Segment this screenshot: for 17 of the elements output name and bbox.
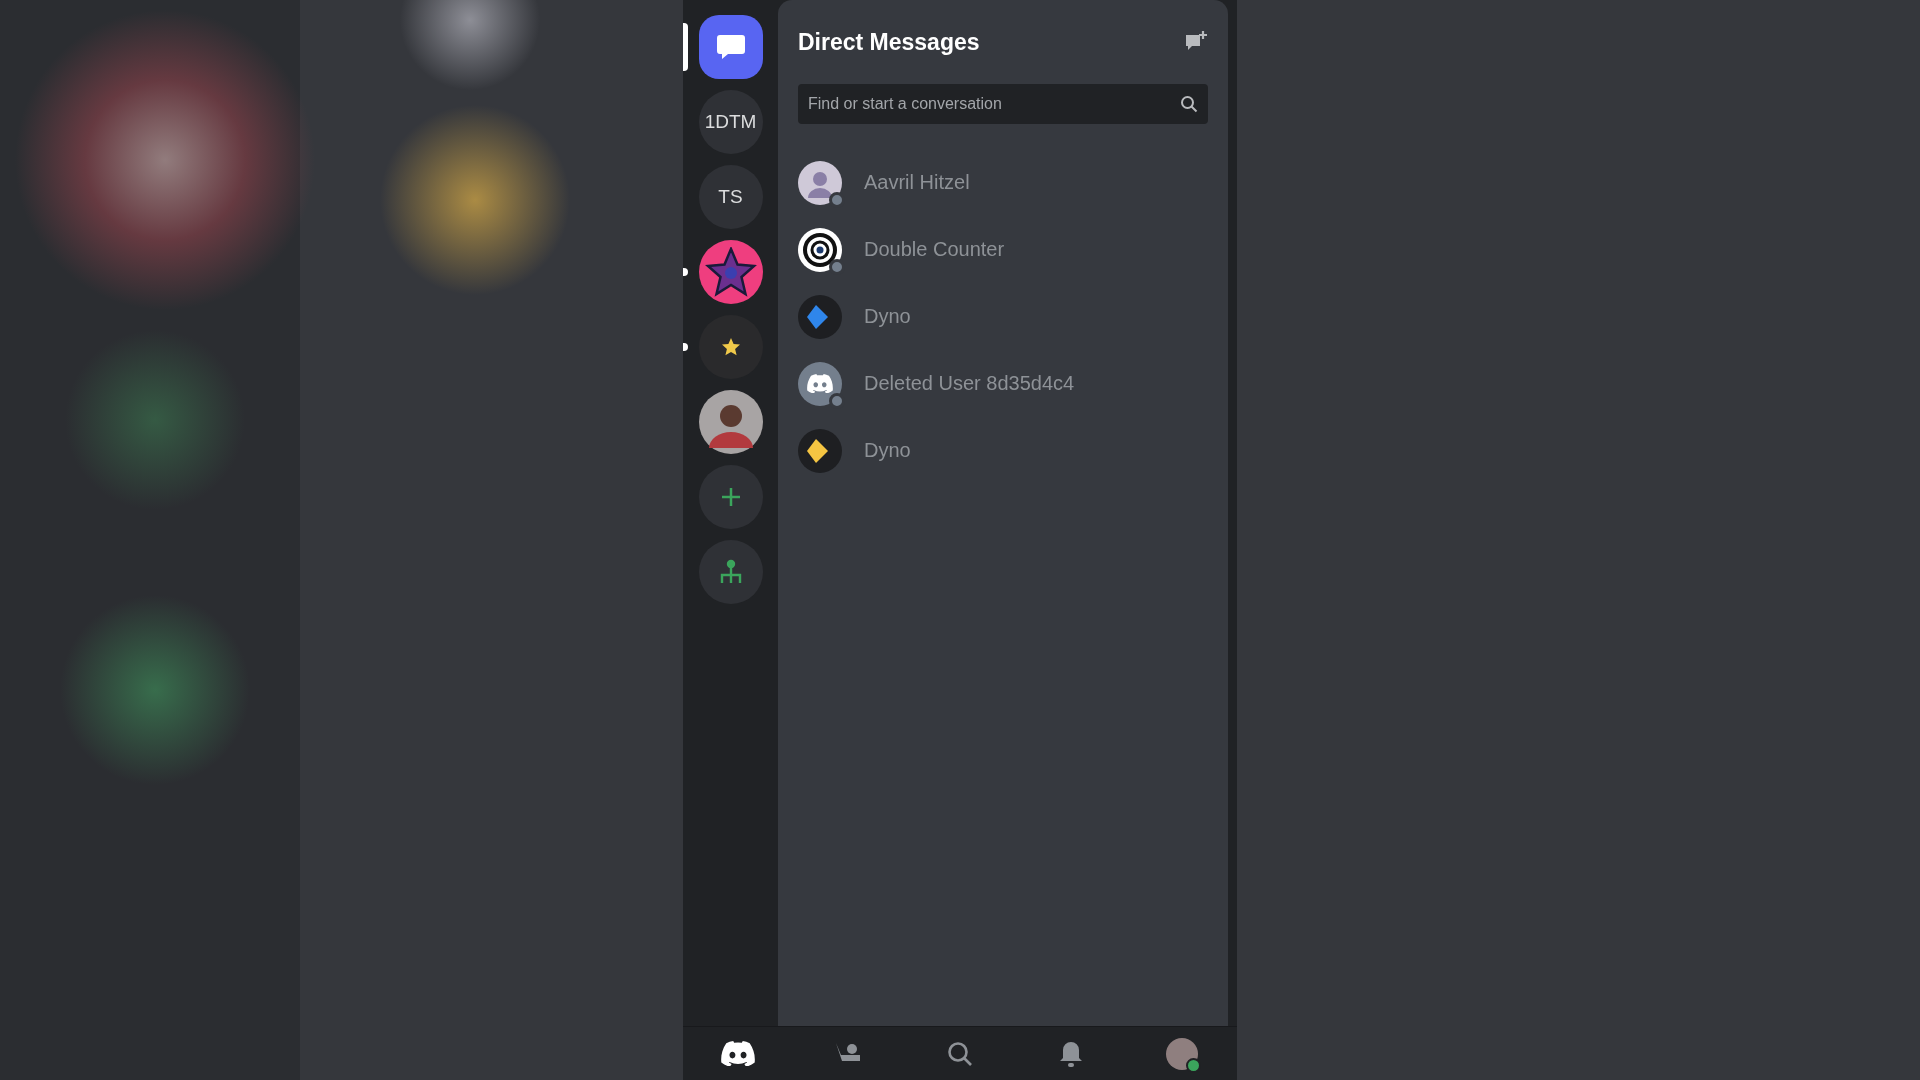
star-art-icon [704,247,757,297]
star-icon [720,337,741,357]
conversation-item[interactable]: Deleted User 8d35d4c4 [798,350,1208,417]
search-icon [946,1039,974,1068]
conversation-item[interactable]: Dyno [798,417,1208,484]
chat-bubble-icon [715,33,746,61]
panel-title: Direct Messages [798,28,980,56]
conversation-item[interactable]: Double Counter [798,216,1208,283]
conversation-item[interactable]: Dyno [798,283,1208,350]
conversation-item[interactable]: Aavril Hitzel [798,149,1208,216]
server-button[interactable]: TS [698,165,763,229]
server-button[interactable]: 1DTM [698,90,763,154]
direct-messages-button[interactable] [698,15,763,79]
discord-logo-icon [807,373,833,394]
search-field[interactable]: Find or start a conversation [798,84,1208,124]
discord-logo-icon [721,1040,756,1067]
search-icon [1180,95,1198,113]
